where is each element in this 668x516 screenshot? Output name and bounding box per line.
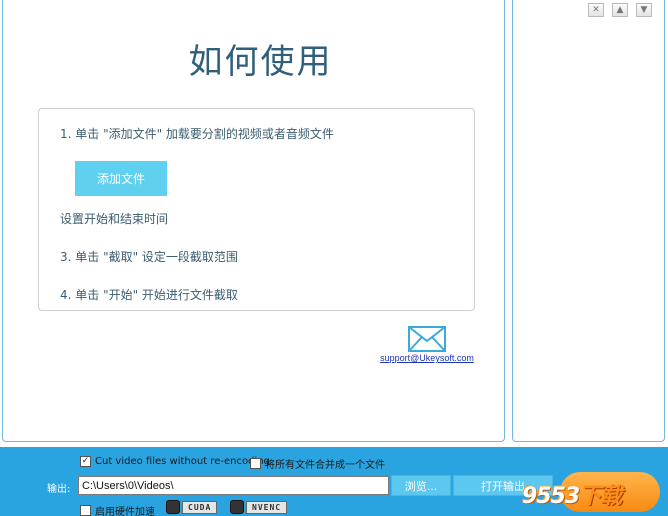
nvidia-icon xyxy=(166,500,180,514)
cuda-label: CUDA xyxy=(182,500,218,514)
support-email-link[interactable]: support@Ukeysoft.com xyxy=(377,353,477,363)
cut-without-reencoding-checkbox[interactable]: ✓ xyxy=(80,456,91,467)
output-path-input[interactable] xyxy=(78,476,389,495)
move-up-icon[interactable]: ▲ xyxy=(612,3,628,17)
hardware-accel-checkbox[interactable] xyxy=(80,505,91,516)
support-contact: support@Ukeysoft.com xyxy=(377,326,477,363)
nvidia-icon xyxy=(230,500,244,514)
cuda-badge: CUDA xyxy=(166,500,218,514)
nvenc-badge: NVENC xyxy=(230,500,288,514)
step-1-text: 1. 单击 "添加文件" 加载要分割的视频或者音频文件 xyxy=(60,127,334,141)
list-controls: ✕ ▲ ▼ xyxy=(588,3,652,17)
hardware-accel-option[interactable]: 启用硬件加速 xyxy=(80,503,155,516)
nvenc-label: NVENC xyxy=(246,500,288,514)
app-window: 如何使用 1. 单击 "添加文件" 加载要分割的视频或者音频文件 添加文件 设置… xyxy=(0,0,668,516)
main-panel: 如何使用 1. 单击 "添加文件" 加载要分割的视频或者音频文件 添加文件 设置… xyxy=(2,0,505,442)
output-label: 输出: xyxy=(47,484,71,495)
add-file-button[interactable]: 添加文件 xyxy=(75,161,167,196)
instructions-box: 1. 单击 "添加文件" 加载要分割的视频或者音频文件 添加文件 设置开始和结束… xyxy=(38,108,475,311)
move-down-icon[interactable]: ▼ xyxy=(636,3,652,17)
mail-icon[interactable] xyxy=(408,326,446,352)
watermark-number: 9553 xyxy=(522,484,580,509)
merge-files-checkbox[interactable] xyxy=(250,458,261,469)
remove-icon[interactable]: ✕ xyxy=(588,3,604,17)
page-title: 如何使用 xyxy=(188,42,333,82)
step-3-text: 3. 单击 "截取" 设定一段截取范围 xyxy=(60,250,238,264)
browse-button[interactable]: 浏览... xyxy=(391,475,451,496)
merge-files-option[interactable]: 将所有文件合并成一个文件 xyxy=(250,456,385,471)
site-watermark: 9553下载 xyxy=(522,478,622,510)
merge-files-label: 将所有文件合并成一个文件 xyxy=(265,460,385,471)
watermark-text: 下载 xyxy=(579,484,622,509)
cut-without-reencoding-option[interactable]: ✓ Cut video files without re-encoding xyxy=(80,456,270,467)
hardware-accel-label: 启用硬件加速 xyxy=(95,507,155,516)
cut-without-reencoding-label: Cut video files without re-encoding xyxy=(95,456,270,467)
file-list-panel: ✕ ▲ ▼ xyxy=(512,0,665,442)
step-4-text: 4. 单击 "开始" 开始进行文件截取 xyxy=(60,288,238,302)
step-2-text: 设置开始和结束时间 xyxy=(60,212,169,226)
